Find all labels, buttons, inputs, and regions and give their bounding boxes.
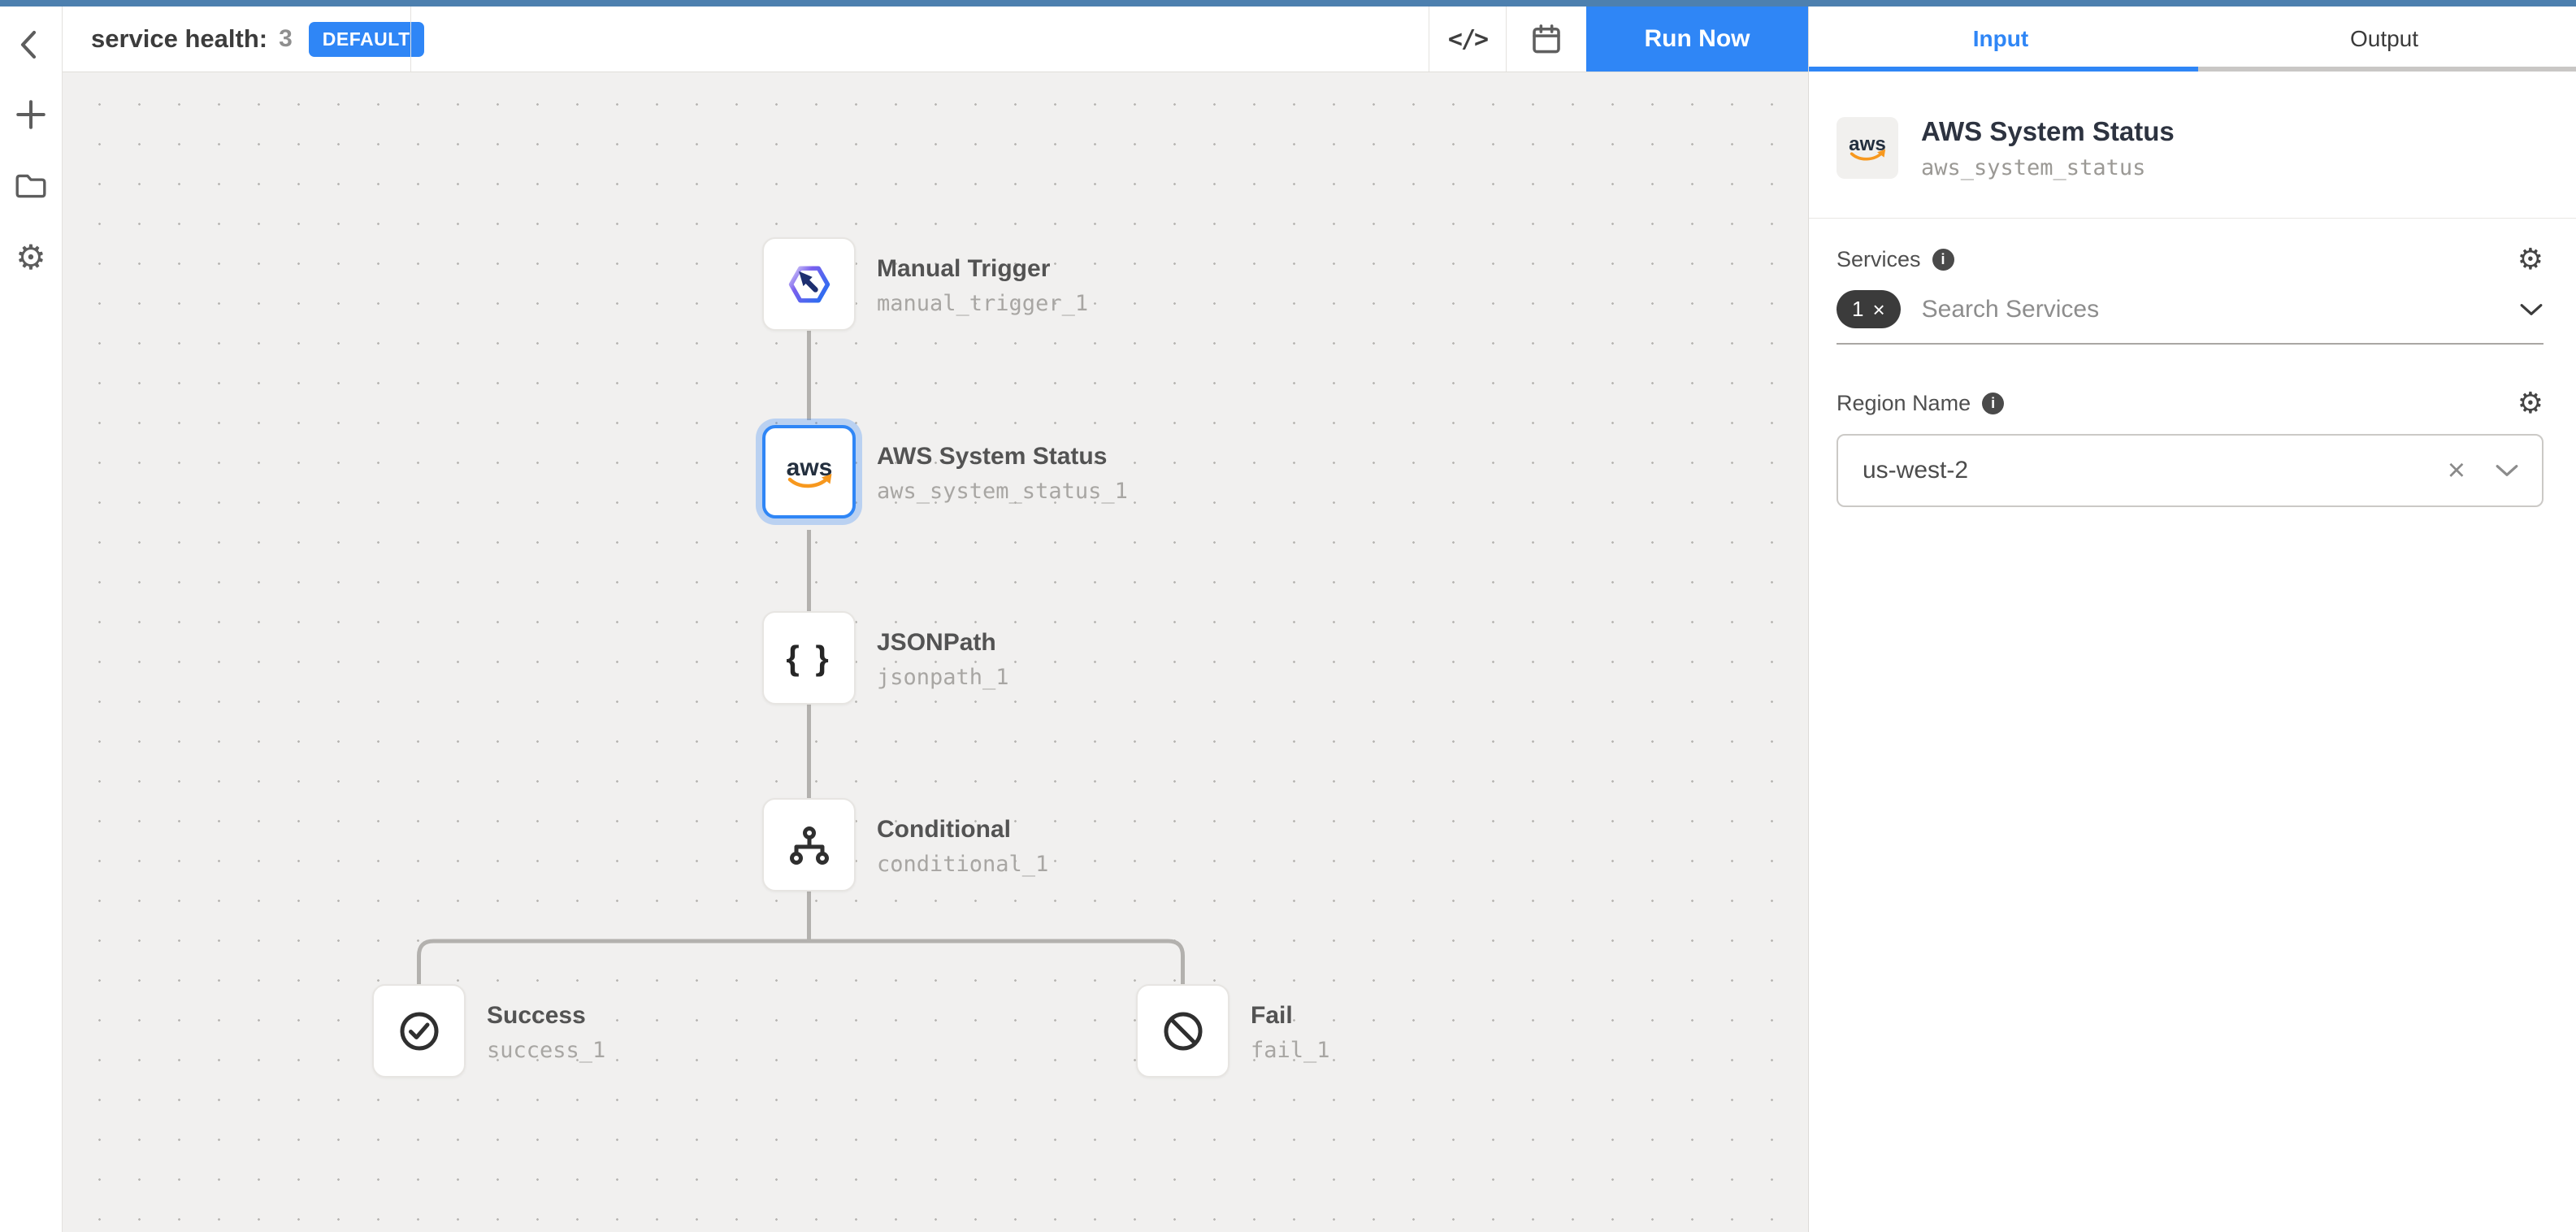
- node-title: JSONPath: [877, 626, 1009, 660]
- check-circle-icon: [397, 1009, 442, 1054]
- services-settings-button[interactable]: ⚙: [2517, 245, 2543, 274]
- code-icon: </>: [1448, 25, 1487, 54]
- add-button[interactable]: [0, 88, 62, 141]
- node-id: conditional_1: [877, 849, 1048, 880]
- calendar-icon: [1530, 23, 1563, 55]
- chevron-down-icon[interactable]: [2495, 463, 2519, 478]
- region-select[interactable]: ×: [1837, 434, 2543, 507]
- header: service health: 3 DEFAULT </> Run Now: [62, 7, 1808, 72]
- region-input[interactable]: [1861, 456, 2448, 485]
- folder-button[interactable]: [0, 159, 62, 213]
- node-title: Conditional: [877, 813, 1048, 847]
- code-view-button[interactable]: </>: [1429, 7, 1506, 72]
- info-icon[interactable]: i: [1982, 393, 2004, 414]
- app-root: ⚙ service health: 3 DEFAULT </> Run Now: [0, 0, 2576, 1232]
- workflow-version-count: 3: [279, 25, 293, 53]
- node-title: Fail: [1251, 999, 1330, 1033]
- top-accent-bar: [0, 0, 2576, 7]
- region-label: Region Name: [1837, 391, 1971, 416]
- panel-header-text: AWS System Status aws_system_status: [1921, 115, 2175, 180]
- aws-logo-icon: aws: [780, 452, 839, 492]
- node-label-success: Success success_1: [487, 999, 605, 1066]
- node-id: jsonpath_1: [877, 662, 1009, 693]
- node-label-aws-system-status: AWS System Status aws_system_status_1: [877, 440, 1128, 507]
- node-label-fail: Fail fail_1: [1251, 999, 1330, 1066]
- braces-icon: { }: [786, 639, 831, 678]
- panel-title: AWS System Status: [1921, 115, 2175, 148]
- node-jsonpath[interactable]: { }: [762, 611, 856, 705]
- workflow-title-group: service health: 3 DEFAULT: [91, 7, 424, 72]
- branch-icon: [787, 822, 832, 868]
- folder-icon: [14, 169, 48, 203]
- run-now-button[interactable]: Run Now: [1586, 7, 1808, 72]
- clear-icon[interactable]: ×: [2448, 455, 2465, 486]
- aws-app-icon: aws: [1837, 117, 1898, 179]
- node-id: manual_trigger_1: [877, 288, 1088, 319]
- gear-icon: ⚙: [2517, 242, 2543, 275]
- inspector-panel: Input Output aws AWS System Status aws_s…: [1808, 7, 2576, 1232]
- node-label-jsonpath: JSONPath jsonpath_1: [877, 626, 1009, 693]
- panel-subtitle: aws_system_status: [1921, 155, 2175, 180]
- sidebar: ⚙: [0, 7, 63, 1232]
- aws-logo-icon: aws: [1844, 131, 1891, 165]
- chevron-left-icon: [11, 25, 50, 64]
- plus-icon: [14, 98, 48, 132]
- node-fail[interactable]: [1136, 984, 1229, 1078]
- tab-divider: [2198, 67, 2576, 72]
- panel-tabs: Input Output: [1809, 7, 2576, 72]
- node-label-manual-trigger: Manual Trigger manual_trigger_1: [877, 252, 1088, 319]
- header-divider: [410, 7, 411, 72]
- services-select[interactable]: 1 ×: [1837, 290, 2543, 345]
- back-button[interactable]: [0, 18, 62, 72]
- node-success[interactable]: [372, 984, 466, 1078]
- remove-selection-icon[interactable]: ×: [1872, 299, 1884, 320]
- node-id: aws_system_status_1: [877, 476, 1128, 507]
- node-title: Manual Trigger: [877, 252, 1088, 286]
- workflow-title: service health:: [91, 24, 267, 54]
- tab-input[interactable]: Input: [1809, 7, 2192, 72]
- region-settings-button[interactable]: ⚙: [2517, 388, 2543, 418]
- schedule-button[interactable]: [1507, 7, 1586, 72]
- gear-icon: ⚙: [2517, 386, 2543, 419]
- node-id: success_1: [487, 1035, 605, 1066]
- search-services-input[interactable]: [1920, 295, 2500, 324]
- selected-count: 1: [1852, 297, 1863, 322]
- default-badge: DEFAULT: [309, 22, 424, 57]
- panel-divider: [1809, 218, 2576, 219]
- node-manual-trigger[interactable]: [762, 237, 856, 331]
- services-section: Services i ⚙ 1 ×: [1837, 245, 2543, 345]
- settings-button[interactable]: ⚙: [0, 231, 62, 284]
- services-label: Services: [1837, 247, 1921, 272]
- node-conditional[interactable]: [762, 798, 856, 891]
- active-tab-indicator: [1809, 67, 2198, 72]
- chevron-down-icon[interactable]: [2519, 302, 2543, 317]
- region-section: Region Name i ⚙ ×: [1837, 388, 2543, 507]
- manual-trigger-icon: [785, 260, 834, 309]
- prohibited-icon: [1160, 1009, 1206, 1054]
- info-icon[interactable]: i: [1932, 249, 1954, 271]
- node-title: AWS System Status: [877, 440, 1128, 474]
- node-id: fail_1: [1251, 1035, 1330, 1066]
- tab-output[interactable]: Output: [2192, 7, 2576, 72]
- panel-header: aws AWS System Status aws_system_status: [1809, 72, 2576, 218]
- node-title: Success: [487, 999, 605, 1033]
- node-aws-system-status[interactable]: aws: [762, 425, 856, 518]
- gear-icon: ⚙: [15, 241, 46, 275]
- node-label-conditional: Conditional conditional_1: [877, 813, 1048, 880]
- selected-count-badge[interactable]: 1 ×: [1837, 290, 1901, 328]
